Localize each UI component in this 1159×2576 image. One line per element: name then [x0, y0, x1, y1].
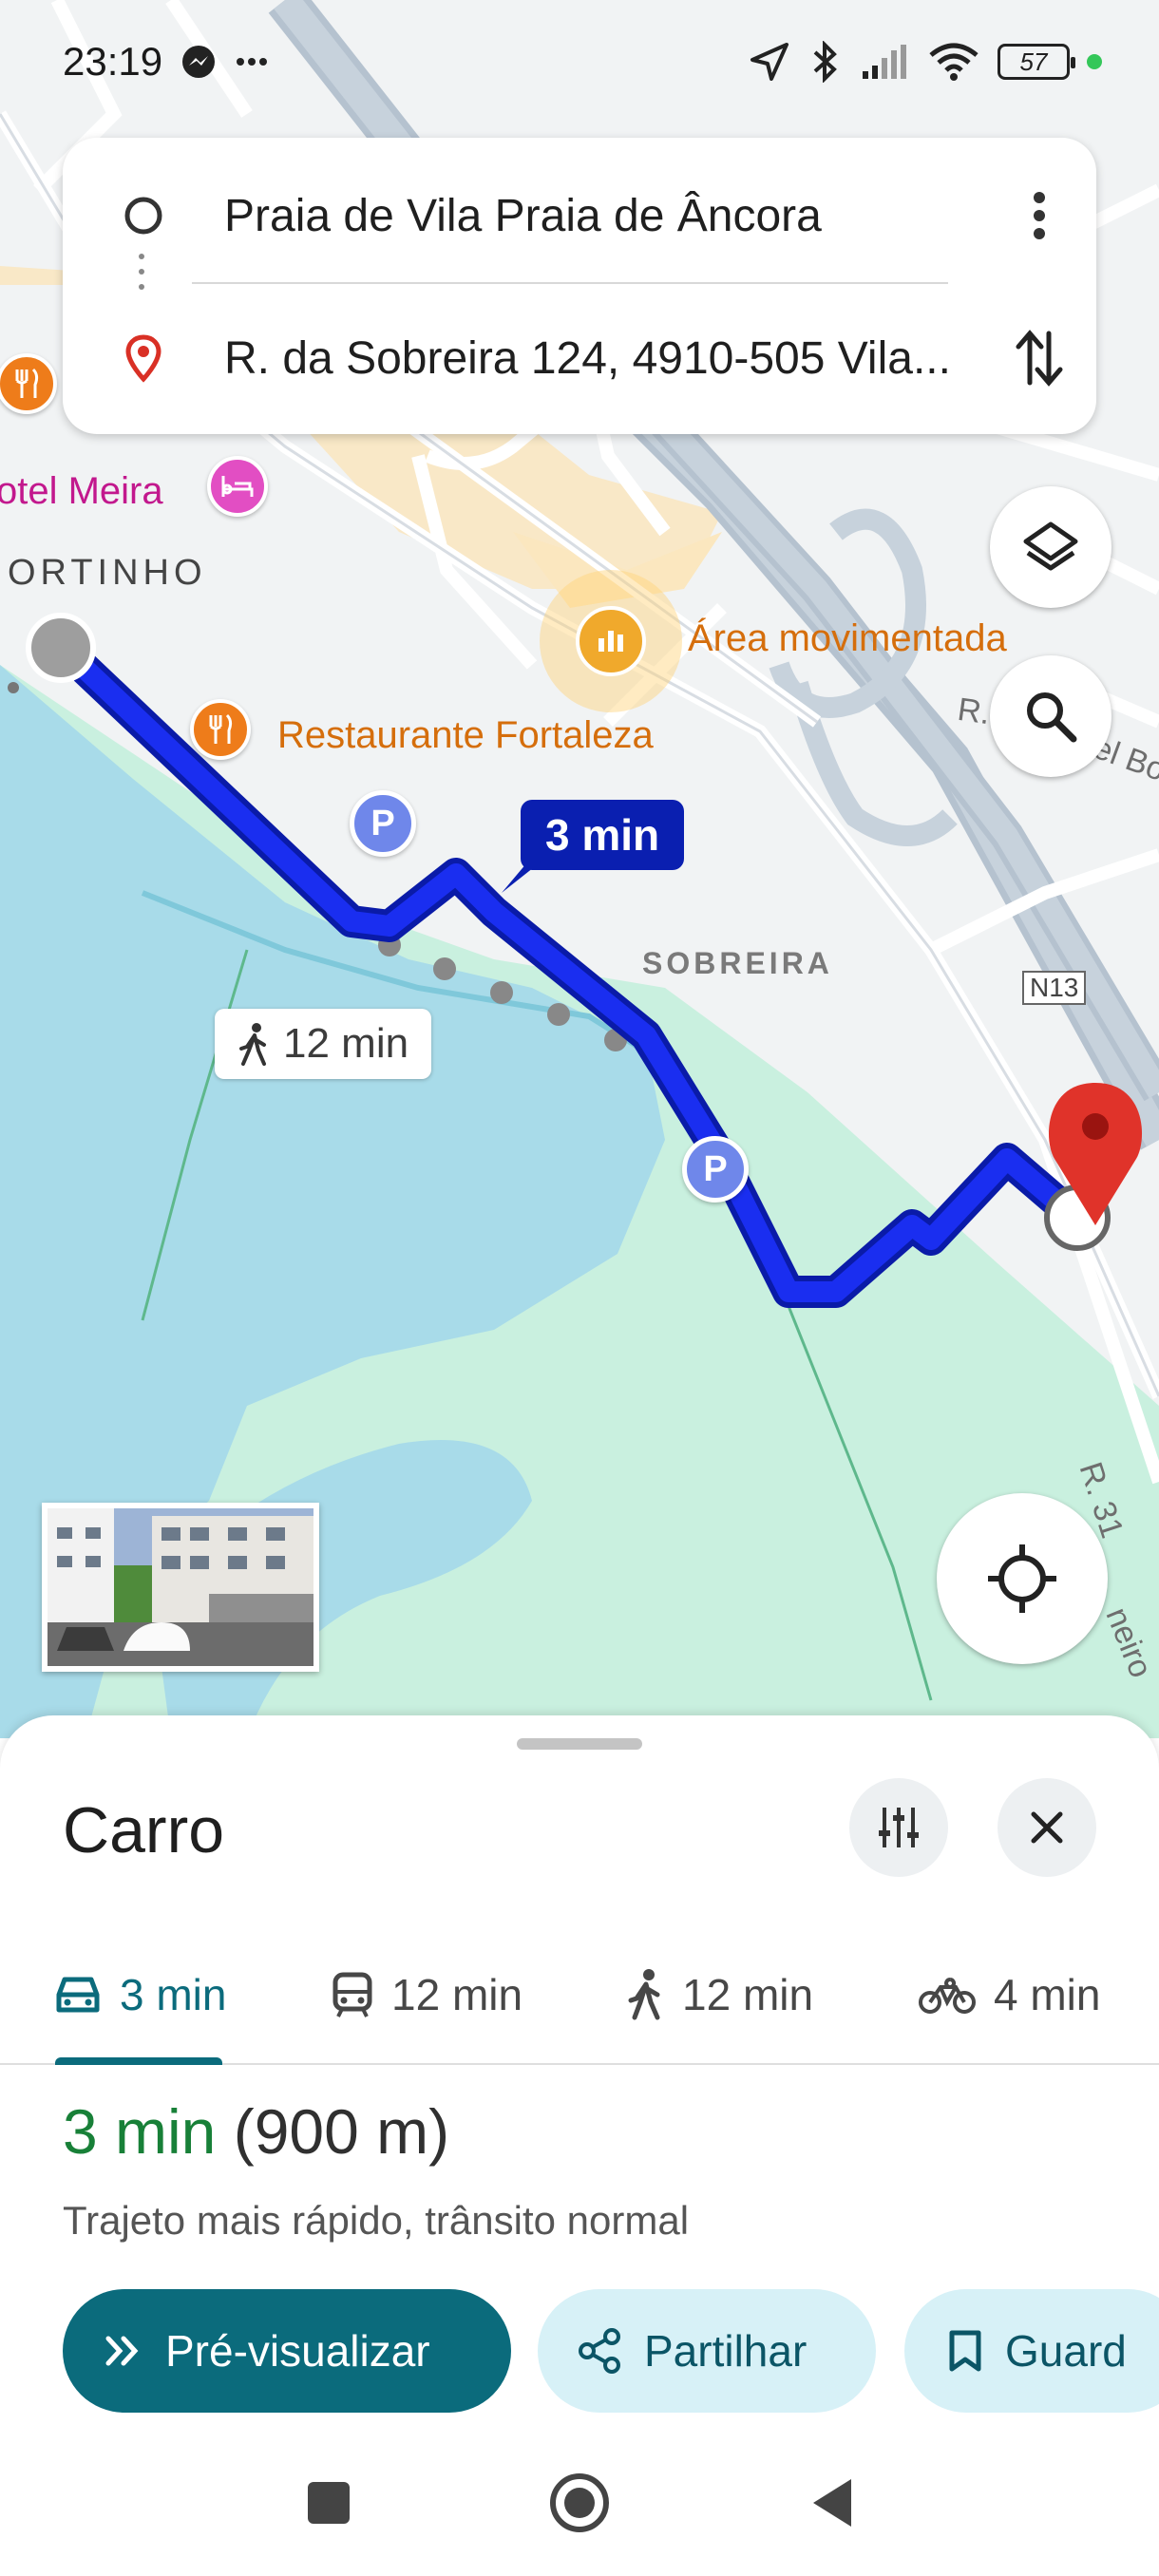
route-options-button[interactable] — [849, 1778, 948, 1877]
walk-icon — [239, 1023, 266, 1066]
share-button-label: Partilhar — [644, 2326, 808, 2376]
double-chevron-icon — [105, 2336, 139, 2366]
area-label-portinho: ORTINHO — [8, 553, 207, 593]
swap-icon — [1016, 330, 1063, 387]
close-button[interactable] — [998, 1778, 1096, 1877]
bluetooth-icon — [813, 41, 837, 83]
layers-button[interactable] — [990, 486, 1112, 608]
restaurant-icon[interactable] — [190, 699, 251, 760]
parking-icon[interactable]: P — [350, 790, 416, 857]
status-time: 23:19 — [63, 39, 163, 84]
more-options-button[interactable] — [982, 190, 1096, 241]
walk-duration-text: 12 min — [283, 1020, 409, 1067]
route-summary-duration: 3 min — [63, 2096, 217, 2167]
restaurant-label[interactable]: Restaurante Fortaleza — [277, 714, 654, 757]
sheet-title: Carro — [63, 1794, 225, 1866]
tab-walk[interactable]: 12 min — [627, 1924, 813, 2065]
hotel-icon[interactable] — [207, 456, 268, 517]
active-tab-indicator — [55, 2057, 222, 2065]
more-dots-icon — [237, 58, 268, 66]
home-circle-icon — [550, 2473, 609, 2532]
route-bubble-tail — [502, 857, 547, 893]
back-button[interactable] — [794, 2465, 870, 2541]
bookmark-icon — [949, 2330, 981, 2372]
wifi-icon — [929, 43, 978, 81]
destination-field[interactable]: R. da Sobreira 124, 4910-505 Vila... — [224, 332, 982, 385]
share-button[interactable]: Partilhar — [538, 2289, 876, 2413]
more-vert-icon — [1034, 192, 1045, 239]
tab-bike-label: 4 min — [994, 1970, 1101, 2019]
tab-walk-label: 12 min — [682, 1970, 814, 2019]
home-button[interactable] — [542, 2465, 618, 2541]
preview-button[interactable]: Pré-visualizar — [63, 2289, 511, 2413]
origin-field[interactable]: Praia de Vila Praia de Âncora — [224, 190, 982, 242]
route-description: Trajeto mais rápido, trânsito normal — [63, 2198, 690, 2243]
status-bar: 23:19 57 — [0, 0, 1159, 123]
sheet-drag-handle[interactable] — [517, 1738, 642, 1750]
bike-icon — [919, 1978, 976, 2014]
route-connector-dots — [139, 254, 144, 290]
destination-row[interactable]: R. da Sobreira 124, 4910-505 Vila... — [63, 301, 1096, 415]
tab-transit-label: 12 min — [391, 1970, 523, 2019]
origin-circle-icon — [124, 197, 162, 235]
my-location-button[interactable] — [937, 1493, 1108, 1664]
tab-transit[interactable]: 12 min — [331, 1924, 522, 2065]
tune-icon — [879, 1808, 919, 1847]
route-search-card: Praia de Vila Praia de Âncora R. da Sobr… — [63, 138, 1096, 434]
location-arrow-icon — [750, 43, 788, 81]
road-shield-n13: N13 — [1022, 971, 1087, 1005]
search-along-route-button[interactable] — [990, 655, 1112, 777]
save-button[interactable]: Guard — [904, 2289, 1159, 2413]
layers-icon — [1023, 521, 1078, 571]
crosshair-icon — [988, 1544, 1056, 1613]
busy-area-label[interactable]: Área movimentada — [688, 617, 1007, 660]
swap-button[interactable] — [982, 328, 1096, 388]
destination-pin-icon — [125, 334, 162, 383]
tab-car[interactable]: 3 min — [53, 1924, 226, 2065]
origin-row[interactable]: Praia de Vila Praia de Âncora — [63, 159, 1096, 273]
parking-icon[interactable]: P — [682, 1136, 749, 1203]
street-label-top-right: R. — [955, 691, 993, 732]
battery-icon: 57 — [998, 44, 1075, 80]
area-label-sobreira: SOBREIRA — [642, 946, 833, 980]
route-summary: 3 min (900 m) — [63, 2095, 449, 2168]
messenger-icon — [182, 46, 216, 78]
busy-area-icon[interactable] — [576, 606, 646, 676]
walk-icon — [628, 1969, 660, 2020]
privacy-indicator — [1087, 54, 1102, 69]
back-triangle-icon — [813, 2479, 851, 2527]
recents-button[interactable] — [291, 2465, 367, 2541]
battery-level: 57 — [1019, 47, 1048, 76]
preview-button-label: Pré-visualizar — [165, 2326, 430, 2376]
tab-bike[interactable]: 4 min — [918, 1924, 1100, 2065]
search-icon — [1027, 692, 1077, 743]
close-icon — [1031, 1811, 1063, 1844]
square-icon — [308, 2482, 350, 2524]
car-icon — [56, 1977, 100, 2013]
save-button-label: Guard — [1005, 2326, 1127, 2376]
signal-icon — [863, 45, 906, 79]
tab-car-label: 3 min — [120, 1970, 227, 2019]
route-summary-distance: (900 m) — [233, 2096, 450, 2167]
hotel-label[interactable]: otel Meira — [0, 470, 163, 513]
street-view-image — [48, 1508, 314, 1666]
street-view-thumbnail[interactable] — [42, 1503, 319, 1672]
share-icon — [579, 2328, 620, 2374]
travel-mode-tabs: 3 min 12 min 12 min 4 min — [0, 1924, 1159, 2065]
route-card-divider — [192, 282, 948, 284]
transit-icon — [332, 1972, 372, 2017]
walk-duration-bubble[interactable]: 12 min — [215, 1009, 432, 1079]
